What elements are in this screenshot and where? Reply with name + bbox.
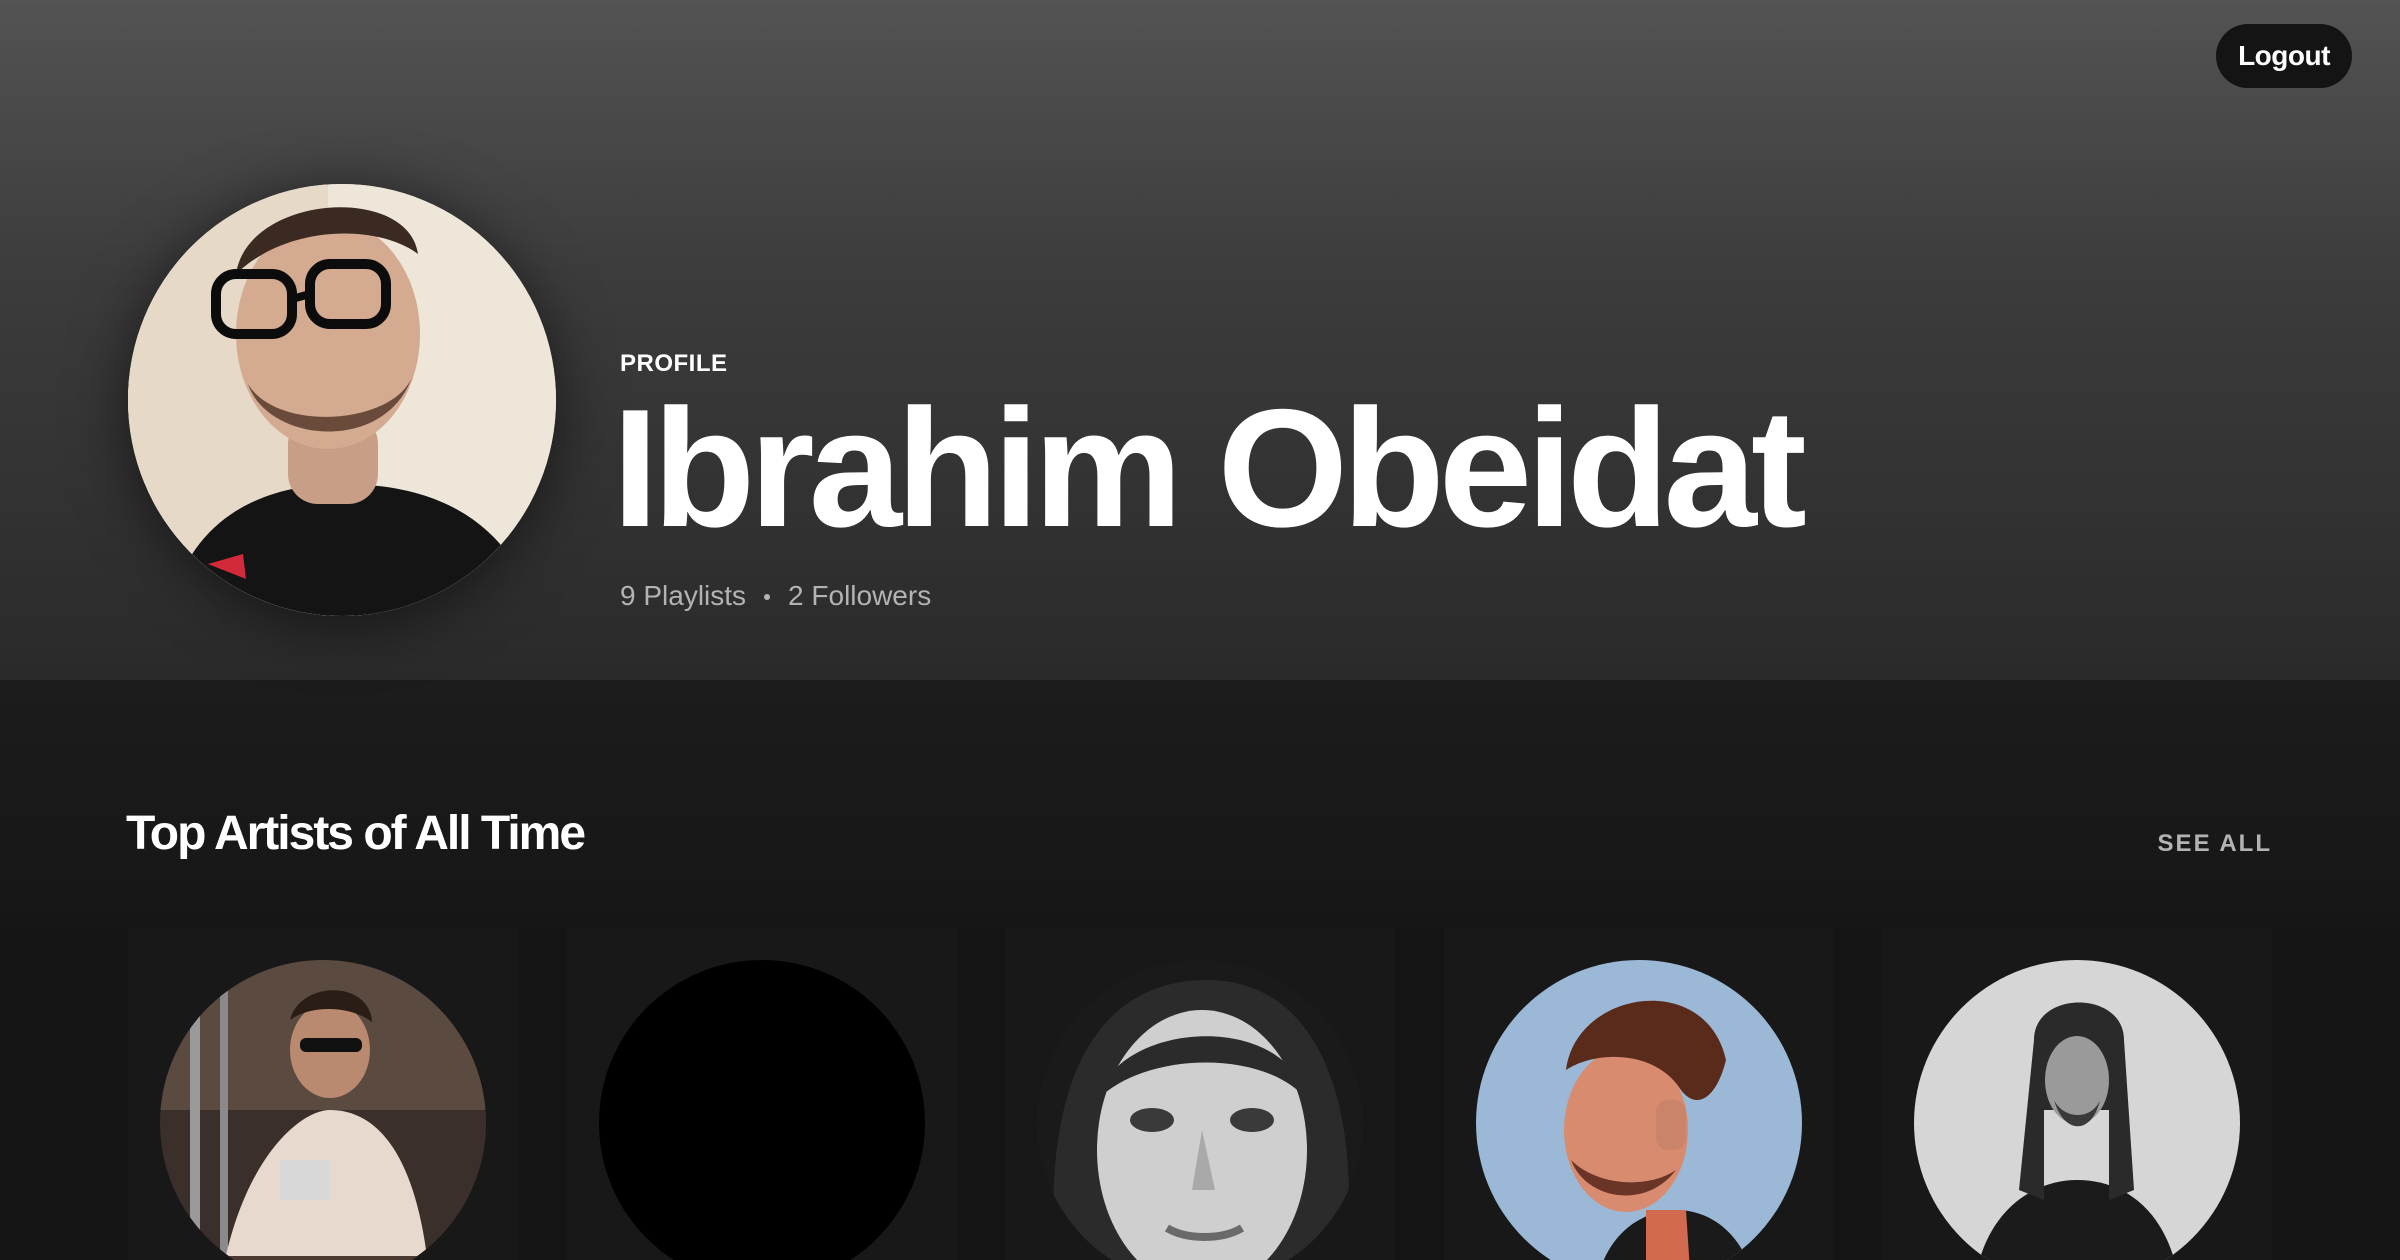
artist-card[interactable] bbox=[1444, 928, 1834, 1260]
profile-avatar bbox=[128, 184, 556, 616]
artist-card[interactable] bbox=[567, 928, 957, 1260]
artist-card[interactable] bbox=[128, 928, 518, 1260]
artist-image bbox=[1476, 960, 1802, 1260]
artist-image bbox=[160, 960, 486, 1260]
section-title-top-artists: Top Artists of All Time bbox=[126, 807, 586, 860]
artist-card[interactable] bbox=[1882, 928, 2272, 1260]
separator-dot bbox=[764, 594, 771, 600]
artist-photo-icon bbox=[1476, 960, 1802, 1260]
logout-button[interactable]: Logout bbox=[2216, 24, 2352, 88]
profile-page: Logout PROFILE Ibrahim Obeidat 9 Playlis… bbox=[0, 0, 2400, 1260]
see-all-link[interactable]: SEE ALL bbox=[2158, 830, 2272, 858]
artist-card[interactable] bbox=[1005, 928, 1395, 1260]
artist-photo-icon bbox=[599, 960, 925, 1260]
profile-stats: 9 Playlists 2 Followers bbox=[620, 580, 931, 612]
artist-image bbox=[599, 960, 925, 1260]
artist-photo-icon bbox=[1914, 960, 2240, 1260]
artist-image bbox=[1037, 960, 1363, 1260]
artist-photo-icon bbox=[160, 960, 486, 1260]
followers-count[interactable]: 2 Followers bbox=[788, 580, 931, 612]
profile-name: Ibrahim Obeidat bbox=[612, 374, 1807, 562]
artist-photo-icon bbox=[1037, 960, 1363, 1260]
artist-image bbox=[1914, 960, 2240, 1260]
playlists-count[interactable]: 9 Playlists bbox=[620, 580, 746, 612]
